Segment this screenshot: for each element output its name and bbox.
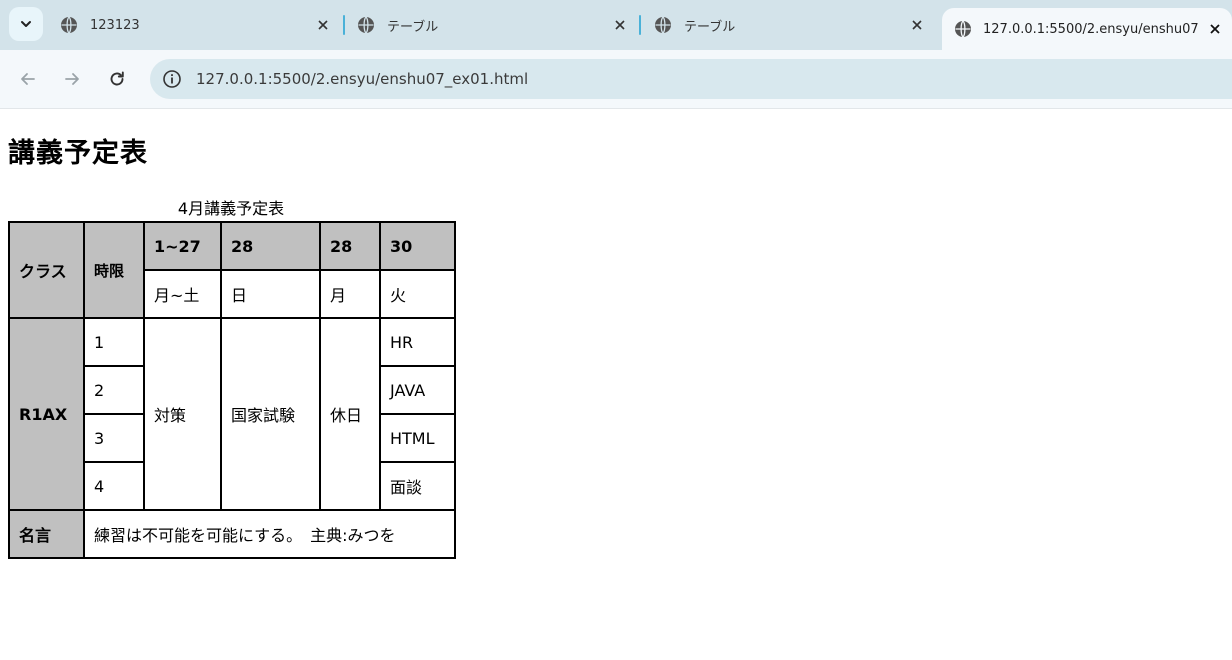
table-row: クラス 時限 1~27 28 28 30 (8, 221, 456, 319)
subject-cell: 面談 (379, 461, 456, 511)
subject-cell: JAVA (379, 365, 456, 415)
close-icon[interactable] (611, 16, 629, 34)
tab-title: テーブル (684, 19, 736, 35)
tab-2[interactable]: テーブル (341, 8, 639, 42)
close-icon[interactable] (1206, 20, 1224, 38)
period-cell: 3 (83, 413, 145, 463)
span-cell: 対策 (143, 317, 222, 511)
quote-label: 名言 (8, 509, 85, 559)
day-cell: 日 (220, 269, 321, 319)
address-bar[interactable]: 127.0.0.1:5500/2.ensyu/enshu07_ex01.html (150, 59, 1232, 99)
globe-icon (955, 20, 971, 38)
close-icon[interactable] (314, 16, 332, 34)
period-cell: 1 (83, 317, 145, 367)
globe-icon (358, 16, 374, 34)
span-cell: 国家試験 (220, 317, 321, 511)
arrow-left-icon (21, 73, 35, 85)
date-header: 30 (379, 221, 456, 271)
back-button[interactable] (12, 63, 44, 95)
date-header: 28 (220, 221, 321, 271)
page-title: 講義予定表 (8, 138, 148, 169)
arrow-right-icon (65, 73, 79, 85)
close-icon[interactable] (908, 16, 926, 34)
date-header: 28 (319, 221, 381, 271)
tab-search-button[interactable] (9, 7, 43, 41)
forward-button[interactable] (56, 63, 88, 95)
class-name-cell: R1AX (8, 317, 85, 511)
chevron-down-icon (21, 21, 31, 27)
globe-icon (61, 16, 77, 34)
toolbar: 127.0.0.1:5500/2.ensyu/enshu07_ex01.html (0, 50, 1232, 108)
span-cell: 休日 (319, 317, 381, 511)
tab-strip: 123123 テーブル テーブル 127.0.0.1:5500/2.ensyu/… (0, 0, 1232, 50)
tab-title: テーブル (387, 19, 439, 35)
reload-button[interactable] (101, 63, 133, 95)
table-caption: 4月講義予定表 (177, 199, 285, 218)
schedule-table: クラス 時限 1~27 28 28 30 月~土 日 月 火 R1AX 1 対策… (8, 221, 456, 559)
quote-cell: 練習は不可能を可能にする。 主典:みつを (83, 509, 456, 559)
table-row: 名言 練習は不可能を可能にする。 主典:みつを (8, 509, 456, 559)
class-header: クラス (8, 221, 85, 319)
day-cell: 月~土 (143, 269, 222, 319)
period-cell: 4 (83, 461, 145, 511)
tab-title: 123123 (90, 17, 140, 33)
tab-1[interactable]: 123123 (44, 8, 342, 42)
tab-3[interactable]: テーブル (638, 8, 936, 42)
reload-icon (110, 71, 124, 86)
page-content: 講義予定表 4月講義予定表 クラス 時限 1~27 28 28 30 月~土 日… (0, 109, 1232, 660)
period-cell: 2 (83, 365, 145, 415)
period-header: 時限 (83, 221, 145, 319)
subject-cell: HTML (379, 413, 456, 463)
tab-active[interactable]: 127.0.0.1:5500/2.ensyu/enshu07 (942, 8, 1232, 50)
day-cell: 火 (379, 269, 456, 319)
info-icon[interactable] (162, 69, 182, 89)
date-header: 1~27 (143, 221, 222, 271)
globe-icon (655, 16, 671, 34)
subject-cell: HR (379, 317, 456, 367)
table-row: R1AX 1 対策 国家試験 休日 HR (8, 317, 456, 511)
day-cell: 月 (319, 269, 381, 319)
url-text: 127.0.0.1:5500/2.ensyu/enshu07_ex01.html (196, 70, 529, 88)
tab-title: 127.0.0.1:5500/2.ensyu/enshu07 (983, 21, 1199, 37)
